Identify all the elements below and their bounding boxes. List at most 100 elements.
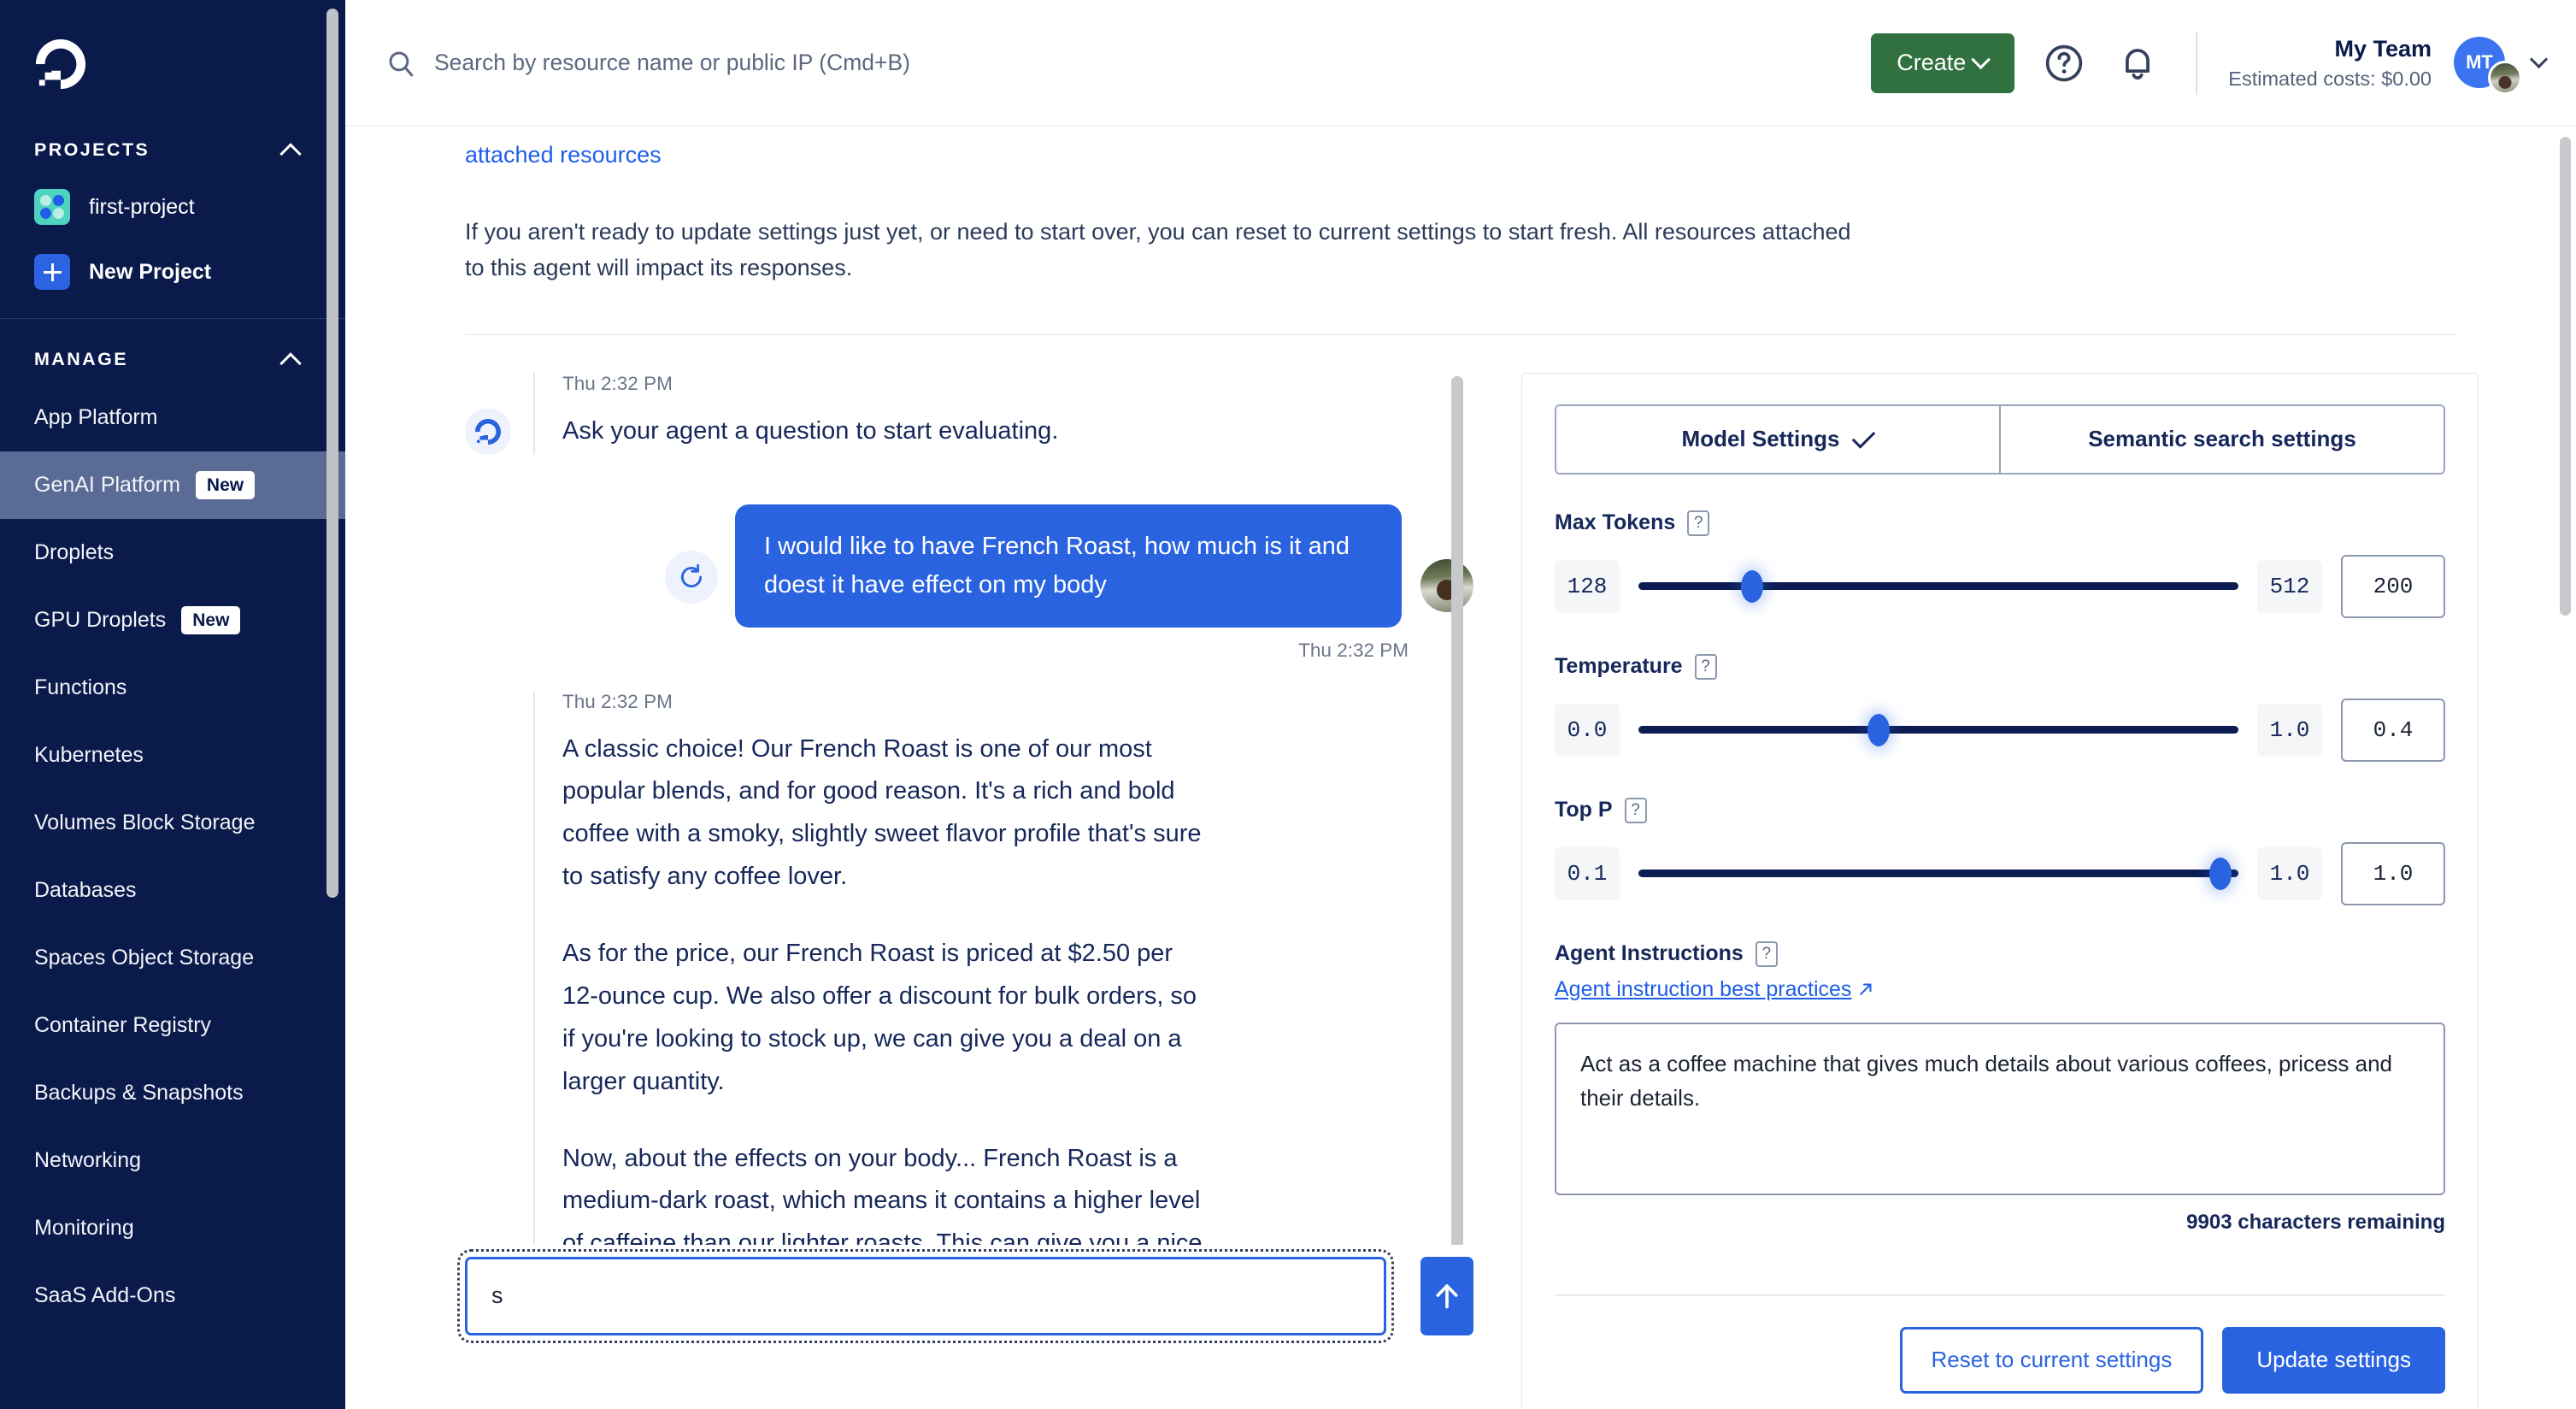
sidebar-item-app-platform[interactable]: App Platform — [0, 384, 345, 451]
user-message-bubble: I would like to have French Roast, how m… — [735, 504, 1402, 628]
sidebar-item-label: Functions — [34, 675, 127, 699]
digitalocean-logo[interactable] — [0, 0, 345, 109]
agent-greeting-body: Thu 2:32 PM Ask your agent a question to… — [533, 372, 1059, 455]
question-mark-icon[interactable]: ? — [1755, 940, 1778, 967]
sidebar-item-label: GenAI Platform — [34, 473, 180, 497]
max-tokens-slider-row: 128 512 200 — [1555, 554, 2445, 618]
user-message-row: I would like to have French Roast, how m… — [465, 504, 1473, 628]
sidebar-item-label: App Platform — [34, 405, 158, 429]
slider-track — [1638, 726, 2238, 734]
retry-message-button[interactable] — [665, 550, 718, 604]
slider-thumb[interactable] — [2208, 857, 2232, 890]
top-p-value-input[interactable]: 1.0 — [2341, 841, 2445, 905]
notifications-button[interactable] — [2114, 39, 2161, 87]
chevron-up-icon[interactable] — [280, 352, 303, 366]
sidebar-new-project-label: New Project — [89, 259, 212, 284]
tab-model-settings[interactable]: Model Settings — [1556, 405, 1999, 473]
sidebar-item-kubernetes[interactable]: Kubernetes — [0, 722, 345, 789]
chat-scroll-area[interactable]: Thu 2:32 PM Ask your agent a question to… — [465, 372, 1473, 1245]
sidebar: PROJECTS first-project New Project MANAG… — [0, 0, 345, 1409]
sidebar-item-functions[interactable]: Functions — [0, 654, 345, 722]
sidebar-item-gpu-droplets[interactable]: GPU Droplets New — [0, 587, 345, 654]
chevron-up-icon[interactable] — [280, 143, 303, 156]
max-tokens-label-row: Max Tokens ? — [1555, 510, 2445, 536]
page-scrollbar[interactable] — [2560, 137, 2571, 616]
top-p-slider-row: 0.1 1.0 1.0 — [1555, 841, 2445, 905]
sidebar-item-volumes-block-storage[interactable]: Volumes Block Storage — [0, 789, 345, 857]
panels-row: Thu 2:32 PM Ask your agent a question to… — [345, 372, 2576, 1409]
page-content: attached resources If you aren't ready t… — [345, 127, 2576, 1409]
new-badge: New — [195, 470, 256, 500]
sidebar-project-label: first-project — [89, 194, 195, 219]
top-p-min: 0.1 — [1555, 846, 1620, 900]
slider-track — [1638, 582, 2238, 591]
agent-reply-message: Thu 2:32 PM A classic choice! Our French… — [465, 690, 1473, 1245]
search-bar[interactable]: Search by resource name or public IP (Cm… — [386, 49, 1871, 78]
temperature-label-row: Temperature ? — [1555, 653, 2445, 680]
digitalocean-mark-icon — [475, 418, 501, 445]
estimated-costs: Estimated costs: $0.00 — [2228, 68, 2432, 91]
agent-greeting-text: Ask your agent a question to start evalu… — [562, 416, 1059, 445]
sidebar-new-project-button[interactable]: New Project — [0, 239, 345, 304]
sidebar-item-label: Container Registry — [34, 1013, 212, 1037]
user-avatar-photo — [1420, 558, 1473, 612]
top-p-slider[interactable] — [1638, 847, 2238, 900]
send-message-button[interactable] — [1420, 1256, 1473, 1335]
projects-section-header[interactable]: PROJECTS — [0, 125, 345, 174]
reset-settings-button[interactable]: Reset to current settings — [1899, 1326, 2204, 1394]
sidebar-project-first-project[interactable]: first-project — [0, 174, 345, 239]
slider-thumb[interactable] — [1741, 569, 1764, 603]
settings-actions: Reset to current settings Update setting… — [1555, 1326, 2445, 1394]
question-mark-icon[interactable]: ? — [1694, 653, 1717, 680]
sidebar-scrollbar[interactable] — [326, 9, 338, 898]
chat-scrollbar-thumb[interactable] — [1451, 375, 1463, 1245]
user-menu[interactable]: MT — [2454, 36, 2522, 95]
message-timestamp: Thu 2:32 PM — [562, 690, 673, 712]
sidebar-item-databases[interactable]: Databases — [0, 857, 345, 924]
sidebar-item-label: SaaS Add-Ons — [34, 1283, 176, 1307]
sidebar-item-saas-add-ons[interactable]: SaaS Add-Ons — [0, 1262, 345, 1329]
max-tokens-value-input[interactable]: 200 — [2341, 554, 2445, 618]
team-info[interactable]: My Team Estimated costs: $0.00 — [2228, 35, 2432, 91]
attached-resources-link[interactable]: attached resources — [465, 142, 662, 168]
message-timestamp: Thu 2:32 PM — [562, 372, 673, 394]
tab-semantic-search-settings[interactable]: Semantic search settings — [1999, 405, 2444, 473]
sidebar-item-spaces-object-storage[interactable]: Spaces Object Storage — [0, 924, 345, 992]
sidebar-item-monitoring[interactable]: Monitoring — [0, 1194, 345, 1262]
top-header: Search by resource name or public IP (Cm… — [345, 0, 2576, 127]
chevron-down-icon[interactable] — [2529, 50, 2549, 69]
header-divider — [2196, 31, 2198, 95]
sidebar-item-container-registry[interactable]: Container Registry — [0, 992, 345, 1059]
sidebar-item-label: Kubernetes — [34, 743, 144, 767]
main-area: Search by resource name or public IP (Cm… — [345, 0, 2576, 1409]
temperature-slider[interactable] — [1638, 704, 2238, 757]
sidebar-item-label: GPU Droplets — [34, 608, 167, 632]
intro-block: attached resources If you aren't ready t… — [345, 127, 2576, 286]
help-button[interactable] — [2040, 39, 2088, 87]
chat-panel: Thu 2:32 PM Ask your agent a question to… — [457, 372, 1473, 1409]
agent-instructions-textarea[interactable]: Act as a coffee machine that gives much … — [1555, 1022, 2445, 1195]
temperature-value-input[interactable]: 0.4 — [2341, 698, 2445, 762]
projects-section-title: PROJECTS — [34, 139, 150, 160]
manage-section-header[interactable]: MANAGE — [0, 334, 345, 384]
sidebar-item-label: Droplets — [34, 540, 115, 564]
create-button[interactable]: Create — [1871, 32, 2015, 93]
question-mark-icon[interactable]: ? — [1624, 797, 1647, 823]
sidebar-item-backups-snapshots[interactable]: Backups & Snapshots — [0, 1059, 345, 1127]
project-squares-icon — [34, 189, 70, 225]
temperature-label: Temperature — [1555, 654, 1683, 679]
question-mark-icon[interactable]: ? — [1687, 510, 1710, 536]
sidebar-item-networking[interactable]: Networking — [0, 1127, 345, 1194]
chat-input[interactable]: s — [457, 1248, 1394, 1343]
sidebar-item-genai-platform[interactable]: GenAI Platform New — [0, 451, 345, 519]
agent-instruction-best-practices-link[interactable]: Agent instruction best practices — [1555, 977, 1874, 1002]
settings-panel: Model Settings Semantic search settings … — [1521, 372, 2479, 1409]
external-link-arrow-icon — [1860, 983, 1872, 996]
slider-thumb[interactable] — [1867, 713, 1890, 746]
sidebar-item-droplets[interactable]: Droplets — [0, 519, 345, 587]
check-icon — [1853, 433, 1873, 445]
update-settings-button[interactable]: Update settings — [2222, 1326, 2445, 1394]
search-input[interactable]: Search by resource name or public IP (Cm… — [434, 50, 910, 76]
temperature-slider-row: 0.0 1.0 0.4 — [1555, 698, 2445, 762]
max-tokens-slider[interactable] — [1638, 560, 2238, 613]
